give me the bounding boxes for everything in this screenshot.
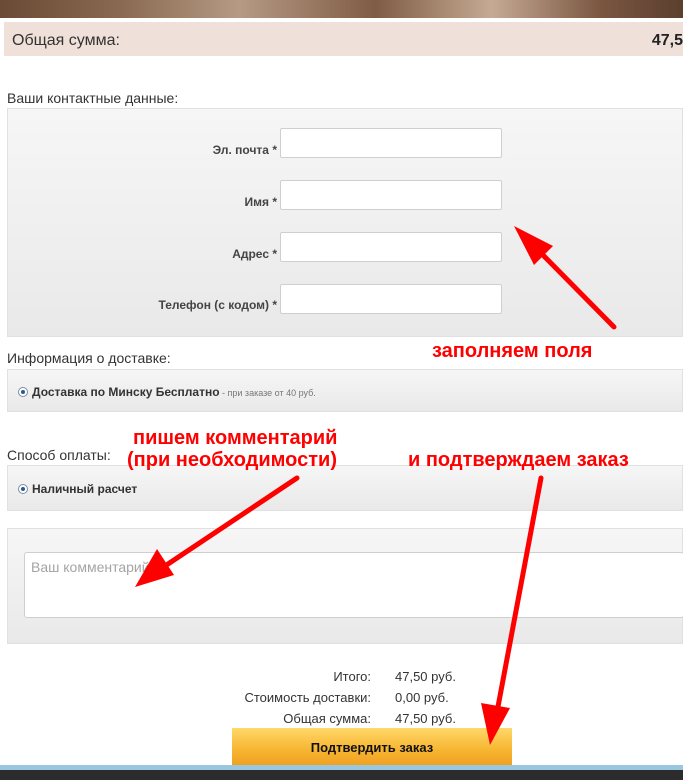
contact-section-title: Ваши контактные данные:: [7, 90, 179, 106]
delivery-cost-label: Стоимость доставки:: [244, 690, 371, 705]
header-photo-strip: [0, 0, 683, 18]
payment-option-label[interactable]: Наличный расчет: [32, 482, 137, 496]
order-total-bar: Общая сумма: 47,5: [4, 22, 683, 56]
comment-panel: [7, 528, 683, 644]
order-total-label: Общая сумма:: [12, 32, 120, 49]
footer-bar: [0, 770, 683, 780]
annotation-fill-fields: заполняем поля: [432, 340, 593, 362]
contact-form-panel: Эл. почта * Имя * Адрес * Телефон (с код…: [7, 108, 683, 337]
name-field[interactable]: [280, 180, 502, 210]
delivery-panel: Доставка по Минску Бесплатно - при заказ…: [7, 369, 683, 412]
grand-total-label: Общая сумма:: [283, 711, 371, 726]
delivery-radio[interactable]: [18, 387, 28, 397]
annotation-confirm: и подтверждаем заказ: [408, 449, 629, 471]
comment-textarea[interactable]: [24, 552, 683, 618]
delivery-option[interactable]: Доставка по Минску Бесплатно - при заказ…: [32, 385, 316, 399]
annotation-comment-line2: (при необходимости): [127, 449, 338, 471]
email-field[interactable]: [280, 128, 502, 158]
grand-total-value: 47,50 руб.: [395, 711, 456, 726]
confirm-order-button[interactable]: Подтвердить заказ: [232, 728, 512, 766]
name-label: Имя *: [244, 195, 277, 209]
phone-label: Телефон (с кодом) *: [158, 298, 278, 312]
phone-field[interactable]: [280, 284, 502, 314]
delivery-option-label: Доставка по Минску Бесплатно: [32, 385, 220, 399]
subtotal-value: 47,50 руб.: [395, 669, 456, 684]
delivery-option-note: - при заказе от 40 руб.: [219, 388, 316, 398]
payment-radio[interactable]: [18, 484, 28, 494]
address-label: Адрес *: [232, 247, 277, 261]
delivery-cost-value: 0,00 руб.: [395, 690, 449, 705]
order-total-value: 47,5: [651, 32, 683, 49]
email-label: Эл. почта *: [212, 143, 277, 157]
annotation-comment-line1: пишем комментарий: [133, 427, 338, 449]
payment-panel: Наличный расчет: [7, 465, 683, 511]
payment-section-title: Способ оплаты:: [7, 447, 111, 463]
address-field[interactable]: [280, 232, 502, 262]
subtotal-label: Итого:: [333, 669, 371, 684]
delivery-section-title: Информация о доставке:: [7, 350, 171, 366]
